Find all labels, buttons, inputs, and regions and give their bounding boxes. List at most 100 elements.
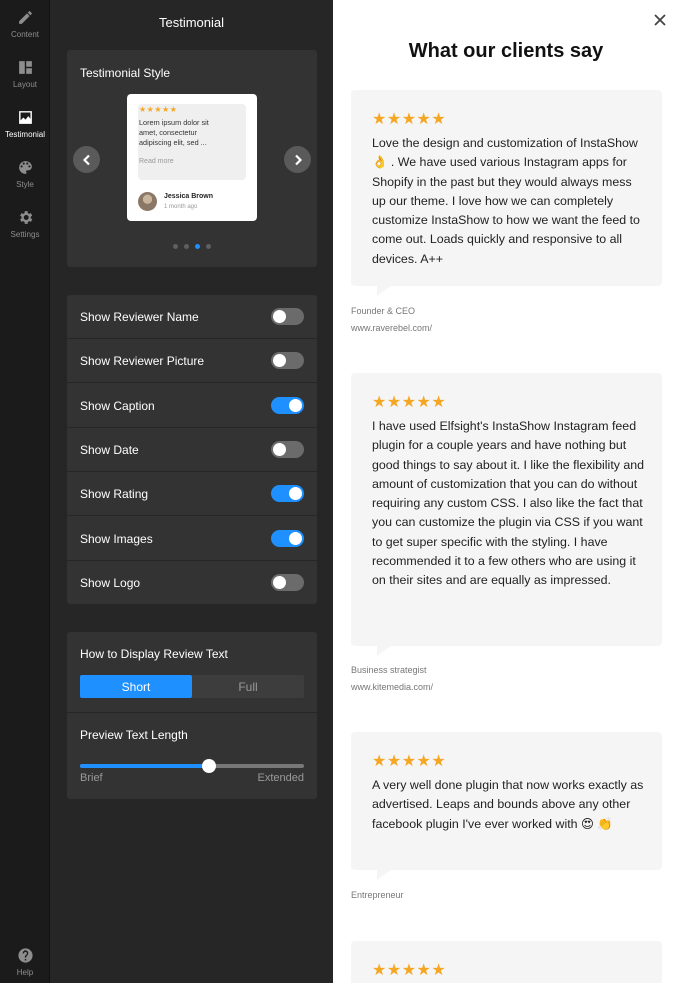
slider-min-label: Brief [80,772,103,784]
rail-item-label: Testimonial [4,130,45,139]
toggle-row: Show Images [67,517,317,561]
pagination-dots [67,244,317,249]
palette-icon [16,158,34,176]
rail-item-label: Help [16,968,34,977]
review-meta: Founder & CEO www.raverebel.com/ [351,303,432,337]
toggle-row: Show Date [67,428,317,472]
rail-item-label: Style [16,180,34,189]
toggle-knob [289,398,302,412]
length-label: Preview Text Length [80,728,188,742]
toggle-row: Show Reviewer Picture [67,339,317,384]
review-text: A very well done plugin that now works e… [372,778,644,831]
close-icon [654,14,666,26]
rail-item-label: Layout [12,80,38,89]
help-icon [16,946,34,964]
toggle-label: Show Date [80,442,139,457]
rating-stars: ★★★★★ [372,394,447,411]
toggle-switch[interactable] [271,529,304,547]
review-card: ★★★★★ [351,941,662,983]
prev-style-button[interactable] [73,146,100,173]
preview-stars: ★★★★★ [139,105,178,114]
rating-stars: ★★★★★ [372,111,447,128]
toggle-label: Show Reviewer Name [80,310,199,324]
display-mode-segmented: Short Full [80,675,304,698]
toggle-label: Show Images [80,531,153,546]
section-label: Testimonial Style [80,66,171,80]
panel-title: Testimonial [158,15,225,30]
rail-item-layout[interactable]: Layout [0,50,50,96]
toggle-knob [289,487,302,501]
length-slider[interactable] [80,759,304,773]
pagination-dot[interactable] [206,244,211,249]
display-option-short[interactable]: Short [80,675,192,698]
pagination-dot[interactable] [184,244,189,249]
rail-item-testimonial[interactable]: Testimonial [0,100,50,146]
rail-item-content[interactable]: Content [0,0,50,46]
toggle-row: Show Caption [67,384,317,428]
rail-item-label: Content [10,30,40,39]
toggle-row: Show Logo [67,561,317,605]
pencil-icon [16,8,34,26]
gear-icon [16,208,34,226]
reviewer-role: Entrepreneur [351,890,404,900]
toggle-knob [273,310,286,323]
toggle-label: Show Reviewer Picture [80,354,205,369]
widget-preview: What our clients say ★★★★★ Love the desi… [333,0,683,983]
toggle-switch[interactable] [271,308,304,325]
review-card: ★★★★★ A very well done plugin that now w… [351,732,662,880]
toggle-switch[interactable] [271,440,304,458]
chevron-right-icon [294,154,302,165]
layout-icon [16,58,34,76]
rating-stars: ★★★★★ [372,753,447,770]
style-preview-card[interactable]: ★★★★★ Lorem ipsum dolor sit amet, consec… [127,94,257,221]
display-option-full[interactable]: Full [192,675,304,698]
toggle-row: Show Rating [67,472,317,517]
toggle-label: Show Logo [80,575,141,590]
close-button[interactable] [653,13,667,27]
rail-item-style[interactable]: Style [0,150,50,196]
toggle-switch[interactable] [271,573,304,591]
chevron-left-icon [82,154,90,165]
review-meta: Business strategist www.kitemedia.com/ [351,662,433,696]
divider [67,712,317,713]
pagination-dot[interactable] [173,244,178,249]
reviewer-role: Business strategist [351,665,427,675]
review-text-card: How to Display Review Text Short Full Pre… [67,632,317,799]
toggle-knob [273,442,286,456]
next-style-button[interactable] [284,146,311,173]
slider-fill [80,764,210,768]
review-meta: Entrepreneur [351,887,404,904]
preview-date: 1 month ago [164,204,198,210]
editor-panel: Testimonial Testimonial Style ★★★★★ Lore… [50,0,333,983]
rail-item-help[interactable]: Help [0,938,50,983]
display-label: How to Display Review Text [80,647,228,661]
review-card: ★★★★★ I have used Elfsight's InstaShow I… [351,373,662,656]
review-text: I have used Elfsight's InstaShow Instagr… [372,419,645,588]
toggle-switch[interactable] [271,352,304,370]
preview-text: Lorem ipsum dolor sit amet, consectetur … [139,118,209,147]
rail-item-settings[interactable]: Settings [0,200,50,246]
slider-thumb[interactable] [202,759,217,773]
toggle-switch[interactable] [271,485,304,503]
preview-heading: What our clients say [408,40,604,62]
toggle-knob [289,531,302,545]
rating-stars: ★★★★★ [372,962,447,979]
review-text: Love the design and customization of Ins… [372,136,640,266]
toggle-label: Show Caption [80,398,155,413]
toggle-knob [273,575,286,589]
reviewer-site: www.kitemedia.com/ [351,682,434,692]
toggle-label: Show Rating [80,487,149,502]
image-icon [16,108,34,126]
toggle-settings-card: Show Reviewer Name Show Reviewer Picture S… [67,295,317,604]
avatar [138,192,157,211]
slider-max-label: Extended [257,772,304,784]
testimonial-style-card: Testimonial Style ★★★★★ Lorem ipsum dolo… [67,50,317,267]
preview-name: Jessica Brown [164,193,214,200]
preview-read-more: Read more [139,158,174,165]
reviewer-site: www.raverebel.com/ [351,323,433,333]
reviewer-role: Founder & CEO [351,306,416,316]
pagination-dot[interactable] [195,244,200,249]
icon-rail: Content Layout Testimonial Style Setting… [0,0,50,983]
toggle-switch[interactable] [271,396,304,414]
toggle-knob [273,354,286,368]
